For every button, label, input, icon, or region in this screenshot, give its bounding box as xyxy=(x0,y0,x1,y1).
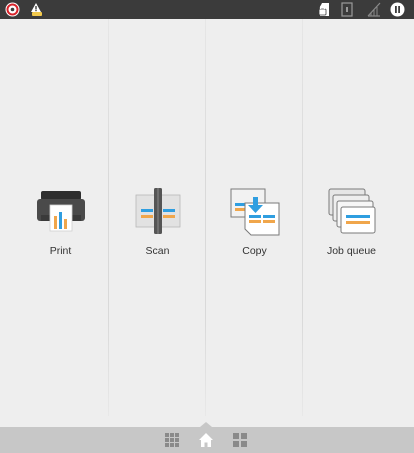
scan-tile[interactable]: Scan xyxy=(109,169,206,269)
hp-status-icon[interactable] xyxy=(4,1,21,18)
job-queue-tile[interactable]: Job queue xyxy=(303,169,400,269)
print-icon xyxy=(37,191,85,232)
wifi-disabled-icon[interactable] xyxy=(365,1,382,18)
warning-supply-icon[interactable] xyxy=(28,1,45,18)
scan-icon xyxy=(135,188,181,234)
bottom-nav xyxy=(0,427,414,453)
status-bar xyxy=(0,0,414,19)
copy-tile[interactable]: Copy xyxy=(206,169,303,269)
print-tile[interactable]: Print xyxy=(12,169,109,269)
usb-storage-icon[interactable] xyxy=(338,1,355,18)
job-queue-icon xyxy=(328,188,376,234)
home-screen: Print Scan Copy Job queue xyxy=(0,19,414,427)
print-label: Print xyxy=(49,245,72,257)
widgets-icon[interactable] xyxy=(231,431,249,449)
copy-icon xyxy=(230,188,280,236)
scan-label: Scan xyxy=(145,245,170,257)
job-queue-label: Job queue xyxy=(326,245,377,257)
pause-icon[interactable] xyxy=(389,1,406,18)
security-lock-icon[interactable] xyxy=(316,1,333,18)
copy-label: Copy xyxy=(242,245,267,257)
apps-grid-icon[interactable] xyxy=(163,431,181,449)
home-icon[interactable] xyxy=(197,431,215,449)
